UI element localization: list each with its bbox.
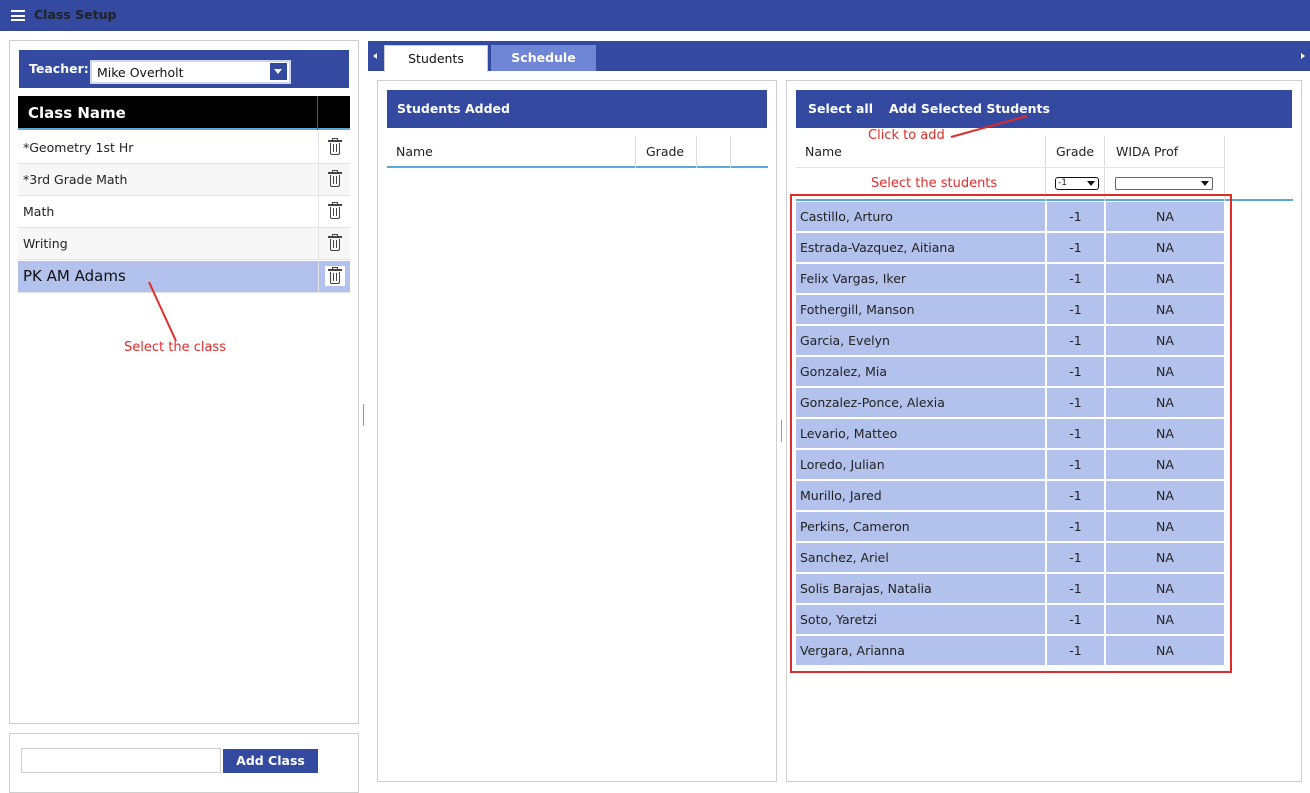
annotation-arrows: [148, 115, 1028, 342]
annotation-arrow-line: [950, 115, 1028, 138]
annotation-arrow-line: [148, 281, 177, 342]
